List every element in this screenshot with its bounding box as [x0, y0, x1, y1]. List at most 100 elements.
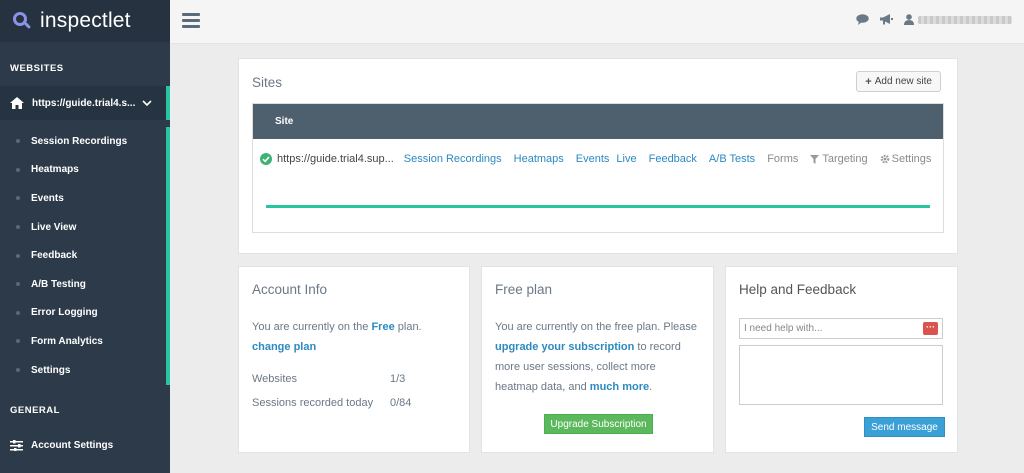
bullet-icon — [16, 139, 20, 144]
settings-label: Settings — [891, 153, 932, 165]
free-plan-line4: heatmap data, and — [495, 381, 590, 393]
much-more-link[interactable]: much more — [590, 381, 649, 393]
nav-label: Events — [31, 192, 64, 204]
upgrade-subscription-link[interactable]: upgrade your subscription — [495, 341, 634, 353]
targeting-label: Targeting — [822, 153, 868, 165]
gear-icon — [880, 154, 889, 164]
websites-label: Websites — [252, 373, 298, 385]
app-name: inspectlet — [40, 9, 131, 32]
link-live[interactable]: Live — [616, 153, 636, 165]
help-topic-placeholder: I need help with... — [744, 323, 823, 334]
plan-name: Free — [371, 321, 395, 333]
nav-error-logging[interactable]: Error Logging — [0, 299, 166, 328]
bullet-icon — [16, 339, 20, 344]
check-circle-icon — [260, 153, 272, 165]
bullet-icon — [16, 368, 20, 373]
site-url: https://guide.trial4.sup... — [277, 153, 394, 165]
nav-label: Feedback — [31, 250, 78, 262]
magnifier-logo-icon — [12, 11, 32, 31]
add-new-site-label: Add new site — [874, 76, 932, 87]
send-message-button[interactable]: Send message — [864, 417, 945, 437]
account-info-title: Account Info — [252, 282, 328, 297]
nav-ab-testing[interactable]: A/B Testing — [0, 270, 166, 299]
sliders-icon — [10, 439, 23, 451]
free-plan-title: Free plan — [495, 282, 553, 297]
progress-fill — [266, 205, 930, 208]
bullet-icon — [16, 196, 20, 201]
nav-account-settings[interactable]: Account Settings — [0, 434, 170, 456]
hamburger-menu-icon[interactable] — [182, 13, 200, 29]
nav-session-recordings[interactable]: Session Recordings — [0, 127, 166, 156]
free-plan-line1: You are currently on the free plan. Plea… — [495, 321, 698, 333]
nav-heatmaps[interactable]: Heatmaps — [0, 156, 166, 185]
bullet-icon — [16, 167, 20, 172]
help-topic-input[interactable]: I need help with... ··· — [739, 318, 943, 339]
nav-feedback[interactable]: Feedback — [0, 241, 166, 270]
more-icon[interactable]: ··· — [923, 322, 938, 335]
bullet-icon — [16, 253, 20, 258]
general-section-label: GENERAL — [10, 405, 60, 416]
add-new-site-button[interactable]: + Add new site — [856, 71, 941, 92]
bullet-icon — [16, 310, 20, 315]
link-heatmaps[interactable]: Heatmaps — [514, 153, 564, 165]
home-icon — [10, 97, 24, 109]
free-plan-text: You are currently on the free plan. Plea… — [495, 317, 707, 397]
plan-text: You are currently on the Free plan. chan… — [252, 317, 422, 357]
user-name-redacted[interactable] — [918, 16, 1012, 24]
user-icon[interactable] — [904, 14, 914, 25]
nav-label: Form Analytics — [31, 335, 103, 347]
link-ab-tests[interactable]: A/B Tests — [709, 153, 755, 165]
plan-text-prefix: You are currently on the — [252, 321, 372, 333]
sessions-stat: Sessions recorded today 0/84 — [252, 397, 457, 409]
help-message-textarea[interactable] — [739, 345, 943, 405]
link-feedback[interactable]: Feedback — [649, 153, 697, 165]
free-plan-line4-suffix: . — [649, 381, 653, 393]
link-session-recordings[interactable]: Session Recordings — [404, 153, 502, 165]
help-panel: Help and Feedback I need help with... ··… — [725, 266, 958, 453]
table-row: https://guide.trial4.sup... Session Reco… — [260, 153, 943, 165]
sidebar: inspectlet WEBSITES https://guide.trial4… — [0, 0, 170, 473]
link-forms[interactable]: Forms — [767, 153, 798, 165]
account-settings-label: Account Settings — [31, 439, 114, 451]
plus-icon: + — [865, 75, 872, 88]
link-events[interactable]: Events — [576, 153, 610, 165]
site-selector[interactable]: https://guide.trial4.s... — [0, 86, 170, 120]
websites-value: 1/3 — [390, 373, 406, 385]
sessions-value: 0/84 — [390, 397, 412, 409]
link-targeting[interactable]: Targeting — [810, 153, 868, 165]
chevron-down-icon — [142, 100, 152, 106]
nav-settings[interactable]: Settings — [0, 356, 166, 385]
site-progress-bar — [266, 205, 930, 208]
nav-label: Settings — [31, 364, 71, 376]
upgrade-subscription-button[interactable]: Upgrade Subscription — [544, 414, 653, 434]
nav-form-analytics[interactable]: Form Analytics — [0, 327, 166, 356]
websites-stat: Websites 1/3 — [252, 373, 457, 385]
nav-label: A/B Testing — [31, 278, 86, 290]
free-plan-line3: more user sessions, collect more — [495, 361, 656, 373]
plan-text-suffix: plan. — [394, 321, 422, 333]
nav-live-view[interactable]: Live View — [0, 213, 166, 242]
sites-table: Site https://guide.trial4.sup... Session… — [252, 103, 944, 233]
link-settings[interactable]: Settings — [880, 153, 932, 165]
chat-icon[interactable] — [856, 14, 869, 25]
sites-table-header: Site — [253, 104, 943, 139]
top-icons — [856, 14, 914, 25]
change-plan-link[interactable]: change plan — [252, 341, 316, 353]
help-title: Help and Feedback — [739, 282, 857, 297]
sessions-label: Sessions recorded today — [252, 397, 374, 409]
sites-title: Sites — [252, 75, 283, 90]
site-column-header: Site — [275, 116, 294, 127]
bullet-icon — [16, 282, 20, 287]
megaphone-icon[interactable] — [880, 14, 893, 25]
bullet-icon — [16, 225, 20, 230]
sites-panel: Sites + Add new site Site https://guide.t… — [238, 58, 958, 254]
account-info-panel: Account Info You are currently on the Fr… — [238, 266, 470, 453]
free-plan-panel: Free plan You are currently on the free … — [481, 266, 714, 453]
nav-events[interactable]: Events — [0, 184, 166, 213]
site-nav: Session Recordings Heatmaps Events Live … — [0, 127, 170, 385]
logo[interactable]: inspectlet — [0, 0, 170, 42]
filter-icon — [810, 154, 820, 164]
site-selector-label: https://guide.trial4.s... — [32, 97, 136, 109]
websites-section-label: WEBSITES — [10, 63, 64, 74]
nav-label: Live View — [31, 221, 77, 233]
